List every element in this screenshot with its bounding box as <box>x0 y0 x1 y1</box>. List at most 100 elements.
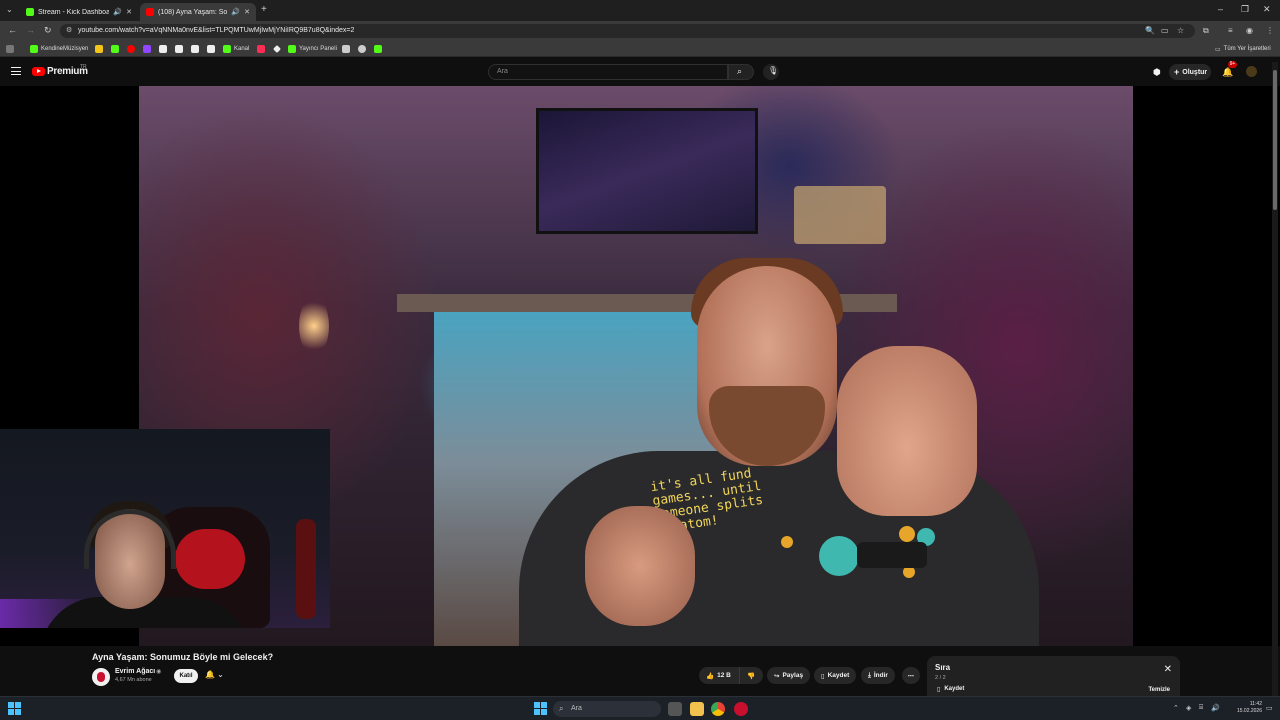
bookmark-kick-2[interactable] <box>111 44 119 54</box>
bookmark-camera[interactable] <box>342 44 350 54</box>
tiktok-icon <box>159 45 167 53</box>
bookmark-kanal[interactable]: Kanal <box>223 44 249 54</box>
start-button[interactable] <box>534 702 547 715</box>
reload-button[interactable]: ↻ <box>44 25 52 36</box>
bookmark-green[interactable] <box>374 44 382 54</box>
hamburger-menu-icon[interactable] <box>11 67 21 75</box>
chair-red-cushion <box>175 529 245 589</box>
zoom-icon[interactable]: 🔍 <box>1145 26 1155 35</box>
gamepad-icon[interactable]: ⬢ <box>1153 67 1161 78</box>
close-window-button[interactable]: ✕ <box>1263 4 1271 15</box>
bookmark-s[interactable] <box>95 44 103 54</box>
bookmark-label: Kanal <box>234 46 250 52</box>
chrome-icon[interactable] <box>711 702 725 716</box>
restore-button[interactable]: ❐ <box>1241 4 1249 15</box>
queue-clear-button[interactable]: Temizle <box>1148 687 1170 693</box>
dislike-button[interactable]: 👎 <box>739 667 763 684</box>
video-player[interactable]: it's all fund games... until someone spl… <box>0 86 1280 646</box>
task-view-icon[interactable] <box>668 702 682 716</box>
tab-search-icon[interactable]: ⌄ <box>6 5 13 14</box>
bookmark-diamond[interactable] <box>273 44 281 54</box>
widgets-icon[interactable] <box>8 702 21 715</box>
page-scrollbar[interactable] <box>1272 62 1278 696</box>
bookmark-star-icon[interactable]: ☆ <box>1177 26 1184 35</box>
queue-panel: Sıra 2 / 2 ▯ Kaydet Temizle ✕ <box>927 656 1180 696</box>
bookmark-tiktok[interactable] <box>159 44 167 54</box>
search-input[interactable]: Ara <box>488 64 728 80</box>
bookmark-twitch[interactable] <box>143 44 151 54</box>
forward-button[interactable]: → <box>26 25 35 35</box>
queue-count: 2 / 2 <box>935 675 946 681</box>
bookmark-kendinemuzisyen[interactable]: KendineMüzisyen <box>30 44 88 54</box>
browser-menu-icon[interactable]: ⋮ <box>1266 26 1274 35</box>
camera-icon <box>342 45 350 53</box>
tab-kick-dashboard[interactable]: Stream - Kick Dashboard 🔊 ✕ <box>20 3 138 21</box>
bookmark-pink[interactable] <box>257 44 265 54</box>
voice-search-button[interactable]: 🎙 <box>763 64 779 80</box>
notifications-bell-icon[interactable]: 🔔 <box>1222 67 1233 78</box>
back-button[interactable]: ← <box>8 25 17 35</box>
cast-icon[interactable]: ▭ <box>1161 26 1169 35</box>
b-icon <box>191 45 199 53</box>
media-control-icon[interactable]: ≡ <box>1228 26 1233 35</box>
mic-icon: 🎙 <box>768 66 779 75</box>
save-button[interactable]: ▯ Kaydet <box>814 667 857 684</box>
share-button[interactable]: ↪ Paylaş <box>767 667 811 684</box>
url-field[interactable]: ⚙ youtube.com/watch?v=aVqNNMa0nvE&list=T… <box>60 24 1195 38</box>
account-avatar[interactable] <box>1246 66 1257 77</box>
site-info-icon[interactable]: ⚙ <box>66 24 72 38</box>
scrollbar-thumb[interactable] <box>1273 70 1277 210</box>
search-button[interactable]: ⌕ <box>728 64 754 80</box>
bookmark-b[interactable] <box>191 44 199 54</box>
wall-tv <box>536 108 758 234</box>
like-count: 12 B <box>717 672 731 679</box>
extensions-icon[interactable]: ⧉ <box>1203 26 1209 36</box>
country-code: TR <box>80 64 87 70</box>
notification-center-icon[interactable]: ▭ <box>1266 704 1273 712</box>
channel-avatar[interactable] <box>92 668 110 686</box>
bookmark-label: KendineMüzisyen <box>41 46 89 52</box>
vr-icon <box>175 45 183 53</box>
notification-settings-bell-icon[interactable]: 🔔 ⌄ <box>205 670 224 679</box>
volume-icon[interactable]: 🔊 <box>1211 704 1220 712</box>
bookmark-globe[interactable] <box>358 44 366 54</box>
network-icon[interactable]: ⌸ <box>1199 704 1203 712</box>
profile-icon[interactable]: ◉ <box>1246 26 1253 35</box>
youtube-logo-icon[interactable] <box>32 67 45 76</box>
download-icon: ⤓ <box>868 671 871 679</box>
bookmark-youtube[interactable] <box>127 44 135 54</box>
queue-close-icon[interactable]: ✕ <box>1164 664 1172 675</box>
all-bookmarks[interactable]: ▭ Tüm Yer İşaretleri <box>1215 44 1271 54</box>
like-button[interactable]: 👍 12 B <box>699 667 739 684</box>
new-tab-button[interactable]: + <box>261 4 267 15</box>
create-button[interactable]: + Oluştur <box>1169 64 1211 80</box>
share-label: Paylaş <box>782 672 804 679</box>
kick-icon <box>223 45 231 53</box>
all-bookmarks-label: Tüm Yer İşaretleri <box>1223 46 1271 52</box>
youtube-icon <box>127 45 135 53</box>
tray-app-icon[interactable]: ◈ <box>1186 704 1191 712</box>
taskbar-clock[interactable]: 11:42 15.02.2026 <box>1226 701 1262 715</box>
apps-grid-icon[interactable] <box>6 44 14 54</box>
speaker-icon[interactable]: 🔊 <box>113 8 122 16</box>
bookmark-x[interactable] <box>207 44 215 54</box>
tab-youtube-video[interactable]: (108) Ayna Yaşam: Sonumuz... 🔊 ✕ <box>140 3 256 21</box>
search-icon: ⌕ <box>559 704 564 713</box>
bookmark-vr[interactable] <box>175 44 183 54</box>
download-button[interactable]: ⤓ İndir <box>861 667 895 684</box>
tab-close-icon[interactable]: ✕ <box>244 8 250 16</box>
join-button[interactable]: Katıl <box>174 669 198 683</box>
channel-name[interactable]: Evrim Ağacı <box>115 668 155 675</box>
tray-chevron-icon[interactable]: ⌃ <box>1173 704 1179 712</box>
app-icon[interactable] <box>734 702 748 716</box>
minimize-button[interactable]: – <box>1218 4 1223 14</box>
s-icon <box>95 45 103 53</box>
bookmark-yayinci-paneli[interactable]: Yayıncı Paneli <box>288 44 337 54</box>
taskbar-search[interactable]: ⌕ Ara <box>553 701 661 717</box>
file-explorer-icon[interactable] <box>690 702 704 716</box>
more-actions-button[interactable]: ⋯ <box>902 667 920 684</box>
bookmark-label: Yayıncı Paneli <box>299 46 337 52</box>
tab-close-icon[interactable]: ✕ <box>126 8 132 16</box>
queue-save-button[interactable]: ▯ Kaydet <box>937 686 964 693</box>
speaker-icon[interactable]: 🔊 <box>231 8 240 16</box>
